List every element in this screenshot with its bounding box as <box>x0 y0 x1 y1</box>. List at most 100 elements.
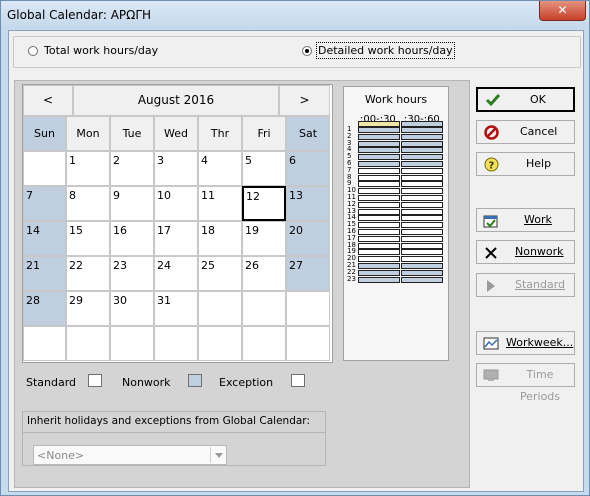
hour-slot-1-first-half[interactable] <box>358 127 400 133</box>
weekday-header-fri[interactable]: Fri <box>242 116 286 151</box>
calendar-day-4[interactable]: 4 <box>198 151 242 186</box>
calendar-day-20[interactable]: 20 <box>286 221 330 256</box>
calendar-day-13[interactable]: 13 <box>286 186 330 221</box>
hour-slot-header-second[interactable] <box>401 121 443 127</box>
hour-slot-13-first-half[interactable] <box>358 208 400 215</box>
calendar-day-17[interactable]: 17 <box>154 221 198 256</box>
weekday-header-mon[interactable]: Mon <box>66 116 110 151</box>
calendar-day-7[interactable]: 7 <box>23 186 66 221</box>
total-hours-label[interactable]: Total work hours/day <box>44 44 158 57</box>
hour-slot-11-first-half[interactable] <box>358 195 400 201</box>
hour-slot-21-first-half[interactable] <box>358 263 400 269</box>
prev-month-button[interactable]: < <box>23 85 73 116</box>
inherit-calendar-select[interactable]: <None> <box>33 445 227 465</box>
dropdown-arrow-button[interactable] <box>210 447 227 463</box>
hour-slot-4-first-half[interactable] <box>358 147 400 154</box>
hour-slot-17-first-half[interactable] <box>358 235 400 242</box>
hour-slot-6-first-half[interactable] <box>358 161 400 167</box>
hour-slot-5-second-half[interactable] <box>401 154 443 161</box>
close-button[interactable]: ✕ <box>539 1 586 21</box>
nonwork-button[interactable]: Nonwork <box>476 240 575 264</box>
hour-slot-9-first-half[interactable] <box>358 181 400 188</box>
hour-slot-7-first-half[interactable] <box>358 167 400 174</box>
calendar-day-9[interactable]: 9 <box>110 186 154 221</box>
hour-slot-19-second-half[interactable] <box>401 249 443 256</box>
calendar-day-26[interactable]: 26 <box>242 256 286 291</box>
hour-slot-4-second-half[interactable] <box>401 147 443 154</box>
hour-slot-3-second-half[interactable] <box>401 140 443 147</box>
calendar-day-28[interactable]: 28 <box>23 291 66 326</box>
time-periods-button[interactable]: Time Periods <box>476 363 575 403</box>
calendar-day-12[interactable]: 12 <box>242 186 286 221</box>
hour-slot-2-first-half[interactable] <box>358 133 400 140</box>
calendar-day-19[interactable]: 19 <box>242 221 286 256</box>
weekday-header-sun[interactable]: Sun <box>23 116 66 151</box>
ok-button[interactable]: OK <box>476 87 575 112</box>
calendar-day-5[interactable]: 5 <box>242 151 286 186</box>
calendar-day-23[interactable]: 23 <box>110 256 154 291</box>
hour-slot-6-second-half[interactable] <box>401 161 443 167</box>
calendar-day-24[interactable]: 24 <box>154 256 198 291</box>
help-button[interactable]: ? Help <box>476 152 575 176</box>
hour-slot-20-first-half[interactable] <box>358 256 400 263</box>
weekday-header-tue[interactable]: Tue <box>110 116 154 151</box>
weekday-header-sat[interactable]: Sat <box>286 116 330 151</box>
calendar-day-1[interactable]: 1 <box>66 151 110 186</box>
hour-slot-8-second-half[interactable] <box>401 174 443 181</box>
hour-slot-10-second-half[interactable] <box>401 188 443 195</box>
hour-slot-15-second-half[interactable] <box>401 222 443 229</box>
calendar-day-25[interactable]: 25 <box>198 256 242 291</box>
hour-slot-10-first-half[interactable] <box>358 188 400 195</box>
weekday-header-wed[interactable]: Wed <box>154 116 198 151</box>
title-bar[interactable]: Global Calendar: ΑΡΩΓΗ ✕ <box>1 1 589 29</box>
cancel-button[interactable]: Cancel <box>476 120 575 144</box>
hour-slot-14-second-half[interactable] <box>401 215 443 222</box>
hour-slot-21-second-half[interactable] <box>401 263 443 269</box>
hour-slot-20-second-half[interactable] <box>401 256 443 263</box>
hour-slot-14-first-half[interactable] <box>358 215 400 222</box>
calendar-day-8[interactable]: 8 <box>66 186 110 221</box>
calendar-day-10[interactable]: 10 <box>154 186 198 221</box>
hour-slot-19-first-half[interactable] <box>358 249 400 256</box>
calendar-day-2[interactable]: 2 <box>110 151 154 186</box>
calendar-day-15[interactable]: 15 <box>66 221 110 256</box>
total-hours-radio[interactable] <box>28 46 38 56</box>
hour-slot-16-first-half[interactable] <box>358 229 400 235</box>
hour-slot-3-first-half[interactable] <box>358 140 400 147</box>
hour-slot-13-second-half[interactable] <box>401 208 443 215</box>
hour-slot-5-first-half[interactable] <box>358 154 400 161</box>
hour-slot-11-second-half[interactable] <box>401 195 443 201</box>
hour-slot-17-second-half[interactable] <box>401 235 443 242</box>
hour-slot-8-first-half[interactable] <box>358 174 400 181</box>
next-month-button[interactable]: > <box>279 85 330 116</box>
weekday-header-thr[interactable]: Thr <box>198 116 242 151</box>
hour-slot-22-first-half[interactable] <box>358 269 400 276</box>
calendar-day-11[interactable]: 11 <box>198 186 242 221</box>
calendar-day-3[interactable]: 3 <box>154 151 198 186</box>
hour-slot-12-second-half[interactable] <box>401 201 443 208</box>
hour-slot-header-highlight[interactable] <box>358 121 400 127</box>
hour-slot-22-second-half[interactable] <box>401 269 443 276</box>
hour-slot-7-second-half[interactable] <box>401 167 443 174</box>
hour-slot-23-first-half[interactable] <box>358 276 400 283</box>
hour-slot-18-second-half[interactable] <box>401 242 443 249</box>
standard-button[interactable]: Standard <box>476 273 575 297</box>
detailed-hours-label[interactable]: Detailed work hours/day <box>316 42 455 59</box>
hour-slot-15-first-half[interactable] <box>358 222 400 229</box>
calendar-day-29[interactable]: 29 <box>66 291 110 326</box>
work-button[interactable]: Work <box>476 208 575 232</box>
calendar-day-18[interactable]: 18 <box>198 221 242 256</box>
hour-slot-23-second-half[interactable] <box>401 276 443 283</box>
detailed-hours-radio[interactable] <box>302 46 312 56</box>
calendar-day-16[interactable]: 16 <box>110 221 154 256</box>
hour-slot-1-second-half[interactable] <box>401 127 443 133</box>
hour-slot-12-first-half[interactable] <box>358 201 400 208</box>
calendar-day-21[interactable]: 21 <box>23 256 66 291</box>
calendar-day-31[interactable]: 31 <box>154 291 198 326</box>
hour-slot-9-second-half[interactable] <box>401 181 443 188</box>
calendar-day-27[interactable]: 27 <box>286 256 330 291</box>
calendar-day-22[interactable]: 22 <box>66 256 110 291</box>
calendar-day-14[interactable]: 14 <box>23 221 66 256</box>
workweek-button[interactable]: Workweek... <box>476 331 575 355</box>
calendar-day-6[interactable]: 6 <box>286 151 330 186</box>
